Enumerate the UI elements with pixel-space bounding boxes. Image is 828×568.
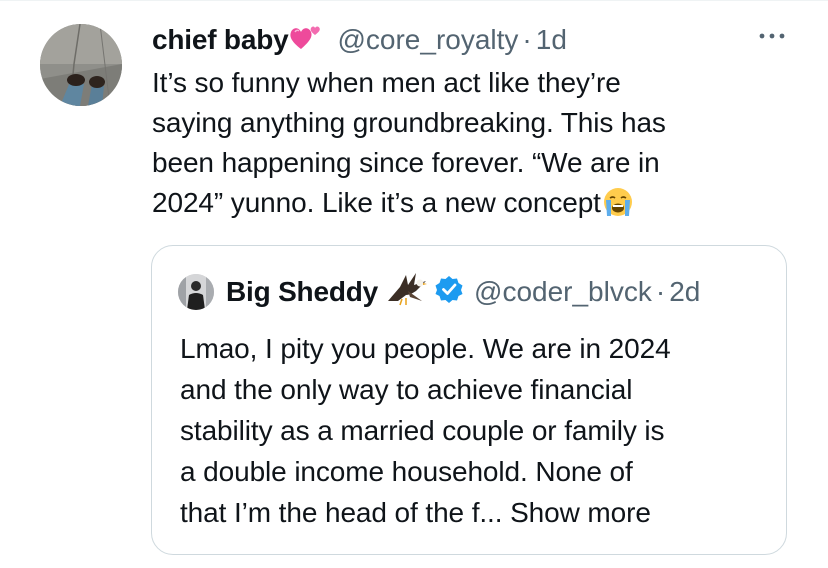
tweet-text-line: saying anything groundbreaking. This has: [152, 107, 666, 138]
crying-face-icon: [602, 186, 634, 229]
show-more-link[interactable]: Show more: [510, 497, 651, 528]
separator-dot: ·: [655, 276, 666, 307]
top-divider: [0, 0, 828, 1]
tweet-text-fragment: 2024” yunno. Like it’s a new concept: [152, 187, 601, 218]
quote-text-line: a double income household. None of: [180, 456, 633, 487]
eagle-icon: [386, 271, 428, 314]
quote-author-handle[interactable]: @coder_blvck: [474, 276, 652, 308]
quote-text-line: and the only way to achieve financial: [180, 374, 633, 405]
quote-header: Big Sheddy @coder_blvck · 2d: [178, 272, 700, 312]
separator-dot: ·: [522, 24, 532, 55]
quote-author-name[interactable]: Big Sheddy: [226, 276, 378, 308]
author-handle[interactable]: @core_royalty: [337, 24, 518, 56]
tweet-text-line-last: 2024” yunno. Like it’s a new concept: [152, 183, 772, 229]
quote-text: Lmao, I pity you people. We are in 2024 …: [180, 328, 770, 533]
author-avatar[interactable]: [40, 24, 122, 106]
quote-text-line: Lmao, I pity you people. We are in 2024: [180, 333, 671, 364]
quote-timestamp[interactable]: 2d: [669, 276, 700, 308]
tweet-text-line: It’s so funny when men act like they’re: [152, 67, 621, 98]
quoted-tweet-card[interactable]: Big Sheddy @coder_blvck · 2d Lmao, I pit…: [151, 245, 787, 555]
quote-text-line-last: that I’m the head of the f... Show more: [180, 492, 770, 533]
quote-text-fragment: that I’m the head of the f...: [180, 497, 503, 528]
quote-text-line: stability as a married couple or family …: [180, 415, 665, 446]
more-dots-icon[interactable]: [756, 26, 788, 46]
tweet-text: It’s so funny when men act like they’re …: [152, 63, 772, 229]
quote-author-avatar[interactable]: [178, 274, 214, 310]
tweet-header: chief baby @core_royalty · 1d: [152, 20, 567, 60]
author-name[interactable]: chief baby: [152, 24, 289, 56]
two-hearts-icon: [289, 22, 323, 59]
tweet-text-line: been happening since forever. “We are in: [152, 147, 660, 178]
timestamp[interactable]: 1d: [536, 24, 567, 56]
verified-badge-icon: [434, 274, 464, 311]
